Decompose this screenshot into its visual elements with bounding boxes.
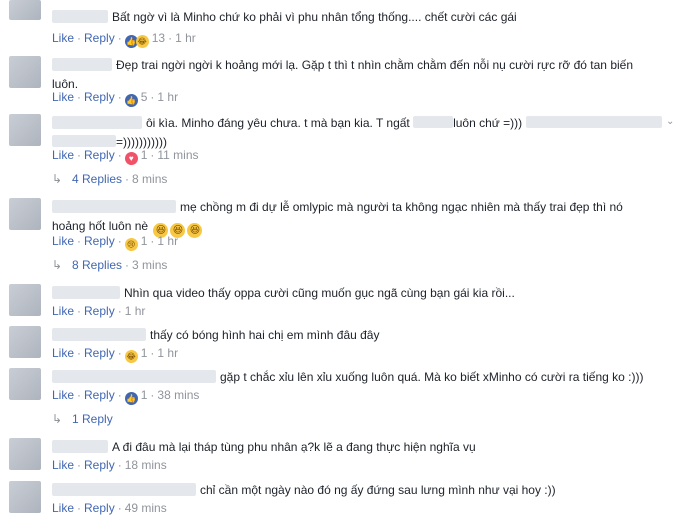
comment-actions: Like · Reply · 1 hr <box>52 304 146 318</box>
like-reaction-icon[interactable]: 👍 <box>124 94 138 107</box>
view-replies-link[interactable]: ↳ 4 Replies · 8 mins <box>52 171 167 187</box>
commenter-name[interactable] <box>52 10 108 23</box>
timestamp[interactable]: 1 hr <box>157 90 178 104</box>
comment-text: thấy có bóng hình hai chị em mình đâu đâ… <box>150 328 380 342</box>
timestamp: 8 mins <box>132 172 168 186</box>
reply-link[interactable]: Reply <box>84 234 115 248</box>
reply-link[interactable]: Reply <box>84 346 115 360</box>
timestamp[interactable]: 1 hr <box>157 346 178 360</box>
commenter-name[interactable] <box>52 58 112 71</box>
commenter-name[interactable] <box>52 200 176 213</box>
commenter-name[interactable] <box>52 483 196 496</box>
like-link[interactable]: Like <box>52 31 74 45</box>
like-link[interactable]: Like <box>52 458 74 472</box>
reaction-count[interactable]: 1 <box>141 148 148 162</box>
comment-actions: Like · Reply · 49 mins <box>52 501 167 515</box>
timestamp: 3 mins <box>132 258 168 272</box>
chevron-down-icon[interactable]: ⌄ <box>666 116 676 127</box>
like-link[interactable]: Like <box>52 501 74 515</box>
avatar[interactable] <box>9 438 41 470</box>
reply-arrow-icon: ↳ <box>52 172 63 186</box>
tagged-name[interactable] <box>413 116 454 128</box>
haha-reaction-icon[interactable]: 😂 <box>135 35 149 48</box>
comment-actions: Like · Reply · 😢 1 · 1 hr <box>52 234 179 251</box>
tagged-name[interactable] <box>525 116 662 128</box>
timestamp[interactable]: 11 mins <box>157 148 198 162</box>
reaction-count[interactable]: 5 <box>141 90 148 104</box>
comment-actions: Like · Reply · 😂 1 · 1 hr <box>52 346 179 363</box>
avatar[interactable] <box>9 326 41 358</box>
avatar[interactable] <box>9 56 41 88</box>
like-link[interactable]: Like <box>52 346 74 360</box>
reply-link[interactable]: Reply <box>84 90 115 104</box>
comment-text-line: hoảng hốt luôn nè <box>52 219 149 233</box>
like-link[interactable]: Like <box>52 234 74 248</box>
like-link[interactable]: Like <box>52 90 74 104</box>
reaction-count[interactable]: 1 <box>141 388 148 402</box>
reaction-count[interactable]: 1 <box>141 234 148 248</box>
timestamp[interactable]: 1 hr <box>125 304 146 318</box>
comment-text: A đi đâu mà lại tháp tùng phu nhân ạ?k l… <box>112 440 476 454</box>
commenter-name[interactable] <box>52 370 216 383</box>
comment-text: luôn chứ =))) <box>453 116 523 130</box>
timestamp[interactable]: 1 hr <box>175 31 196 45</box>
reply-link[interactable]: Reply <box>84 31 115 45</box>
comment-text: gặp t chắc xỉu lên xỉu xuống luôn quá. M… <box>220 370 644 384</box>
comment-actions: Like · Reply · 👍😂 13 · 1 hr <box>52 31 196 48</box>
timestamp[interactable]: 18 mins <box>125 458 167 472</box>
commenter-name[interactable] <box>52 440 108 453</box>
comment-actions: Like · Reply · 👍 5 · 1 hr <box>52 90 179 107</box>
smile-emoji-icon: 😆 <box>187 223 203 238</box>
reaction-count[interactable]: 13 <box>152 31 165 45</box>
comment-text: mẹ chồng m đi dự lễ omlypic mà người ta … <box>180 200 623 214</box>
view-replies-link[interactable]: ↳ 1 Reply <box>52 411 113 427</box>
avatar[interactable] <box>9 114 41 146</box>
haha-reaction-icon[interactable]: 😂 <box>124 350 138 363</box>
reply-arrow-icon: ↳ <box>52 412 63 426</box>
view-replies-link[interactable]: ↳ 8 Replies · 3 mins <box>52 257 167 273</box>
timestamp[interactable]: 38 mins <box>157 388 199 402</box>
like-link[interactable]: Like <box>52 304 74 318</box>
love-reaction-icon[interactable]: ♥ <box>124 152 138 165</box>
comment-actions: Like · Reply · 18 mins <box>52 458 167 472</box>
like-link[interactable]: Like <box>52 388 74 402</box>
avatar[interactable] <box>9 368 41 400</box>
avatar[interactable] <box>9 0 41 20</box>
comment-text: chỉ cần một ngày nào đó ng ấy đứng sau l… <box>200 483 556 497</box>
comment-actions: Like · Reply · ♥ 1 · 11 mins <box>52 148 199 165</box>
like-link[interactable]: Like <box>52 148 74 162</box>
reply-link[interactable]: Reply <box>84 388 115 402</box>
reply-link[interactable]: Reply <box>84 458 115 472</box>
reply-arrow-icon: ↳ <box>52 258 63 272</box>
comment-text: Đẹp trai ngời ngời k hoảng mới lạ. Gặp t… <box>116 58 634 72</box>
reply-link[interactable]: Reply <box>84 148 115 162</box>
timestamp[interactable]: 1 hr <box>157 234 178 248</box>
tagged-name[interactable] <box>52 135 116 147</box>
reply-link[interactable]: Reply <box>84 501 115 515</box>
reply-link[interactable]: Reply <box>84 304 115 318</box>
commenter-name[interactable] <box>52 116 142 129</box>
commenter-name[interactable] <box>52 286 120 299</box>
avatar[interactable] <box>9 198 41 230</box>
like-reaction-icon[interactable]: 👍 <box>124 392 138 405</box>
comment-text: ôi kìa. Minho đáng yêu chưa. t mà bạn ki… <box>146 116 410 130</box>
avatar[interactable] <box>9 481 41 513</box>
comment-text: Bất ngờ vì là Minho chứ ko phải vì phu n… <box>112 10 517 24</box>
timestamp[interactable]: 49 mins <box>125 501 167 515</box>
sad-reaction-icon[interactable]: 😢 <box>124 238 138 251</box>
avatar[interactable] <box>9 284 41 316</box>
reaction-count[interactable]: 1 <box>141 346 148 360</box>
commenter-name[interactable] <box>52 328 146 341</box>
comment-actions: Like · Reply · 👍 1 · 38 mins <box>52 388 200 405</box>
comment-text: Nhìn qua video thấy oppa cười cũng muốn … <box>124 286 515 300</box>
